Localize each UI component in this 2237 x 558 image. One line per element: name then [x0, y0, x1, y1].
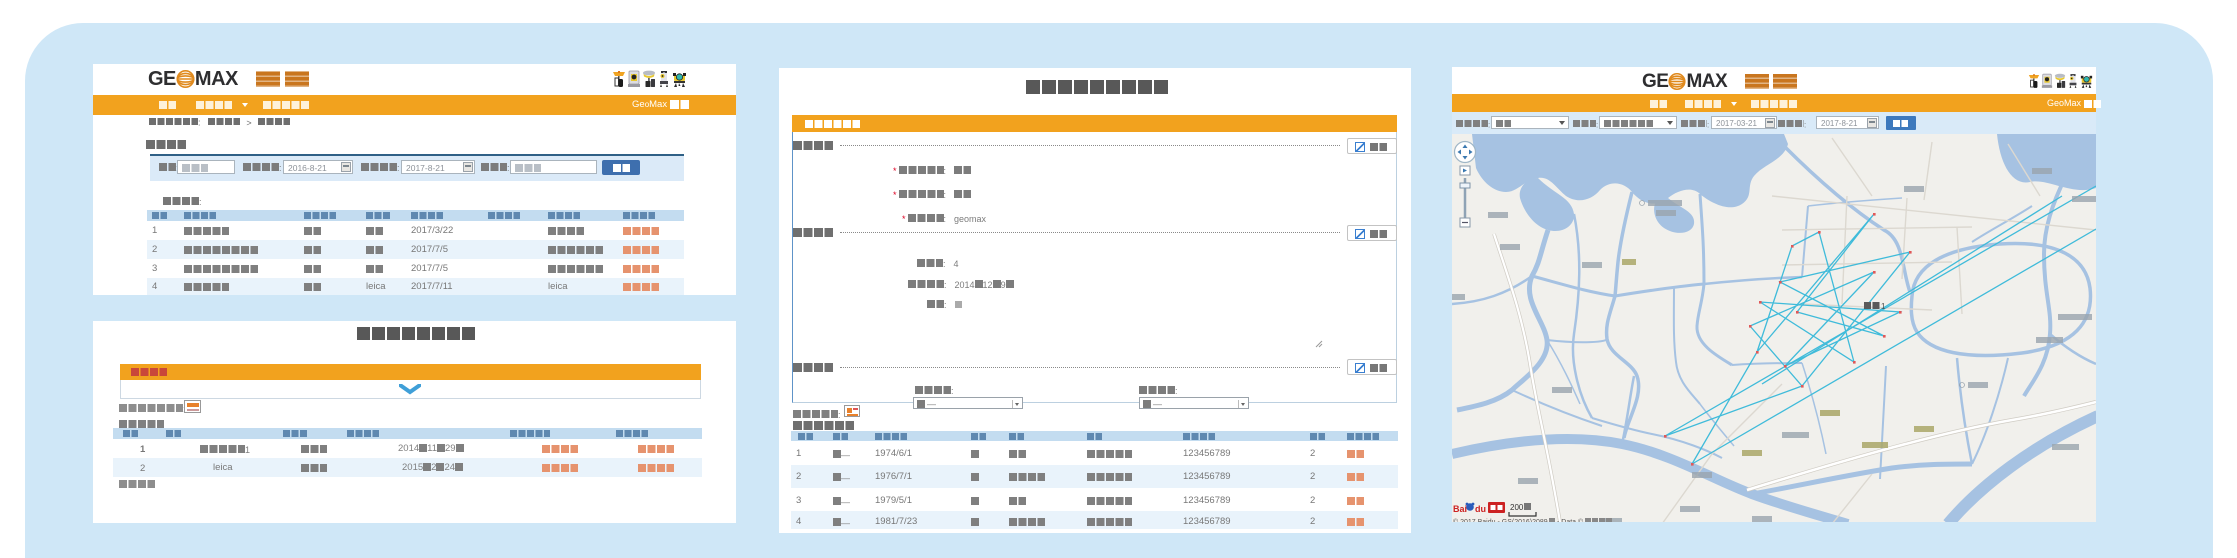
svg-text:1: 1: [1881, 302, 1886, 311]
svg-text:- Data ©: - Data ©: [1557, 518, 1584, 522]
svg-text:Bai: Bai: [1453, 504, 1467, 514]
svg-text:du: du: [1475, 504, 1486, 514]
svg-text:200: 200: [1510, 503, 1524, 512]
svg-text:© 2017 Baidu - GS(2016)2089: © 2017 Baidu - GS(2016)2089: [1453, 518, 1548, 522]
